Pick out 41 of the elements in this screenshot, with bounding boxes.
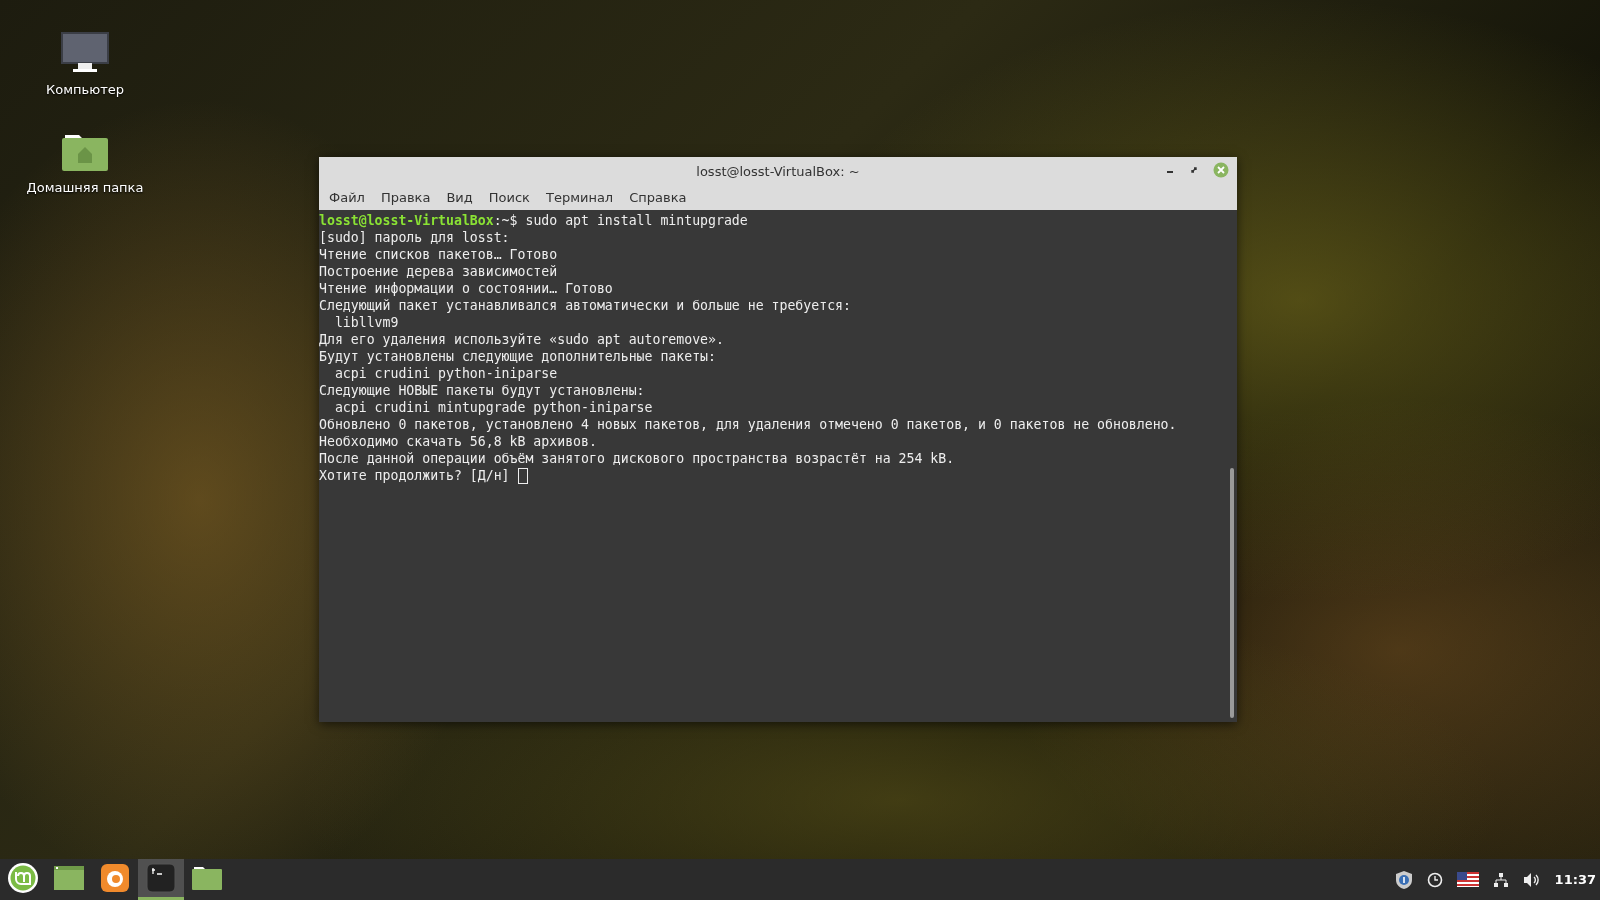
terminal-line: acpi crudini mintupgrade python-iniparse — [333, 399, 654, 416]
home-folder-icon[interactable] — [61, 132, 109, 172]
folder-icon[interactable] — [192, 866, 222, 890]
maximize-icon[interactable] — [1189, 165, 1199, 175]
desktop-icon-label[interactable]: Домашняя папка — [26, 180, 144, 195]
clock-icon[interactable] — [1426, 871, 1443, 888]
terminal-line: Чтение списков пакетов… Готово — [319, 246, 559, 263]
menu-item[interactable]: Вид — [438, 187, 481, 208]
menu-item[interactable]: Терминал — [537, 187, 622, 208]
terminal-line: [sudo] пароль для losst: — [319, 229, 511, 246]
terminal-line: losst@losst-VirtualBox:~$ sudo apt install mintupgrade — [319, 212, 749, 229]
browser-icon[interactable] — [101, 864, 129, 892]
text-cursor — [517, 467, 528, 484]
window-title: losst@losst-VirtualBox: ~ — [696, 163, 860, 179]
taskbar-launcher[interactable] — [138, 859, 184, 900]
shield-icon[interactable] — [1394, 869, 1413, 890]
flag-icon[interactable] — [1456, 872, 1479, 887]
menu-item[interactable]: Поиск — [480, 187, 538, 208]
clock-time[interactable]: 11:37 — [1554, 872, 1596, 887]
volume-icon[interactable] — [1522, 871, 1541, 888]
network-icon[interactable] — [1492, 871, 1509, 888]
terminal-line: acpi crudini python-iniparse — [333, 365, 559, 382]
monitor-icon[interactable] — [61, 32, 109, 74]
terminal-line: Построение дерева зависимостей — [319, 263, 559, 280]
menu-item[interactable]: Справка — [621, 187, 695, 208]
terminal-line: Будут установлены следующие дополнительные пакеты: — [319, 348, 717, 365]
terminal-line: Следующие НОВЫЕ пакеты будут установлены: — [319, 382, 646, 399]
terminal-line: Для его удаления используйте «sudo apt autoremove». — [319, 331, 725, 348]
terminal-line: Необходимо скачать 56,8 kB архивов. — [319, 433, 598, 450]
terminal-line: Следующий пакет устанавливался автоматически и больше не требуется: — [319, 297, 852, 314]
terminal-line: После данной операции объём занятого дискового пространства возрастёт на 254 kB. — [319, 450, 956, 467]
terminal-line: libllvm9 — [333, 314, 400, 331]
terminal-line: Хотите продолжить? [Д/н] — [319, 467, 511, 484]
terminal-icon[interactable] — [146, 863, 176, 893]
terminal-line: Обновлено 0 пакетов, установлено 4 новых пакетов, для удаления отмечено 0 пакетов, и 0 пакетов не обновлено. — [319, 416, 1178, 433]
menu-item[interactable]: Файл — [321, 187, 373, 208]
menu-logo-icon[interactable] — [7, 862, 39, 894]
scrollbar-thumb[interactable] — [1230, 468, 1234, 718]
menu-item[interactable]: Правка — [372, 187, 439, 208]
desktop-icon-label[interactable]: Компьютер — [46, 82, 124, 97]
terminal-line: Чтение информации о состоянии… Готово — [319, 280, 614, 297]
